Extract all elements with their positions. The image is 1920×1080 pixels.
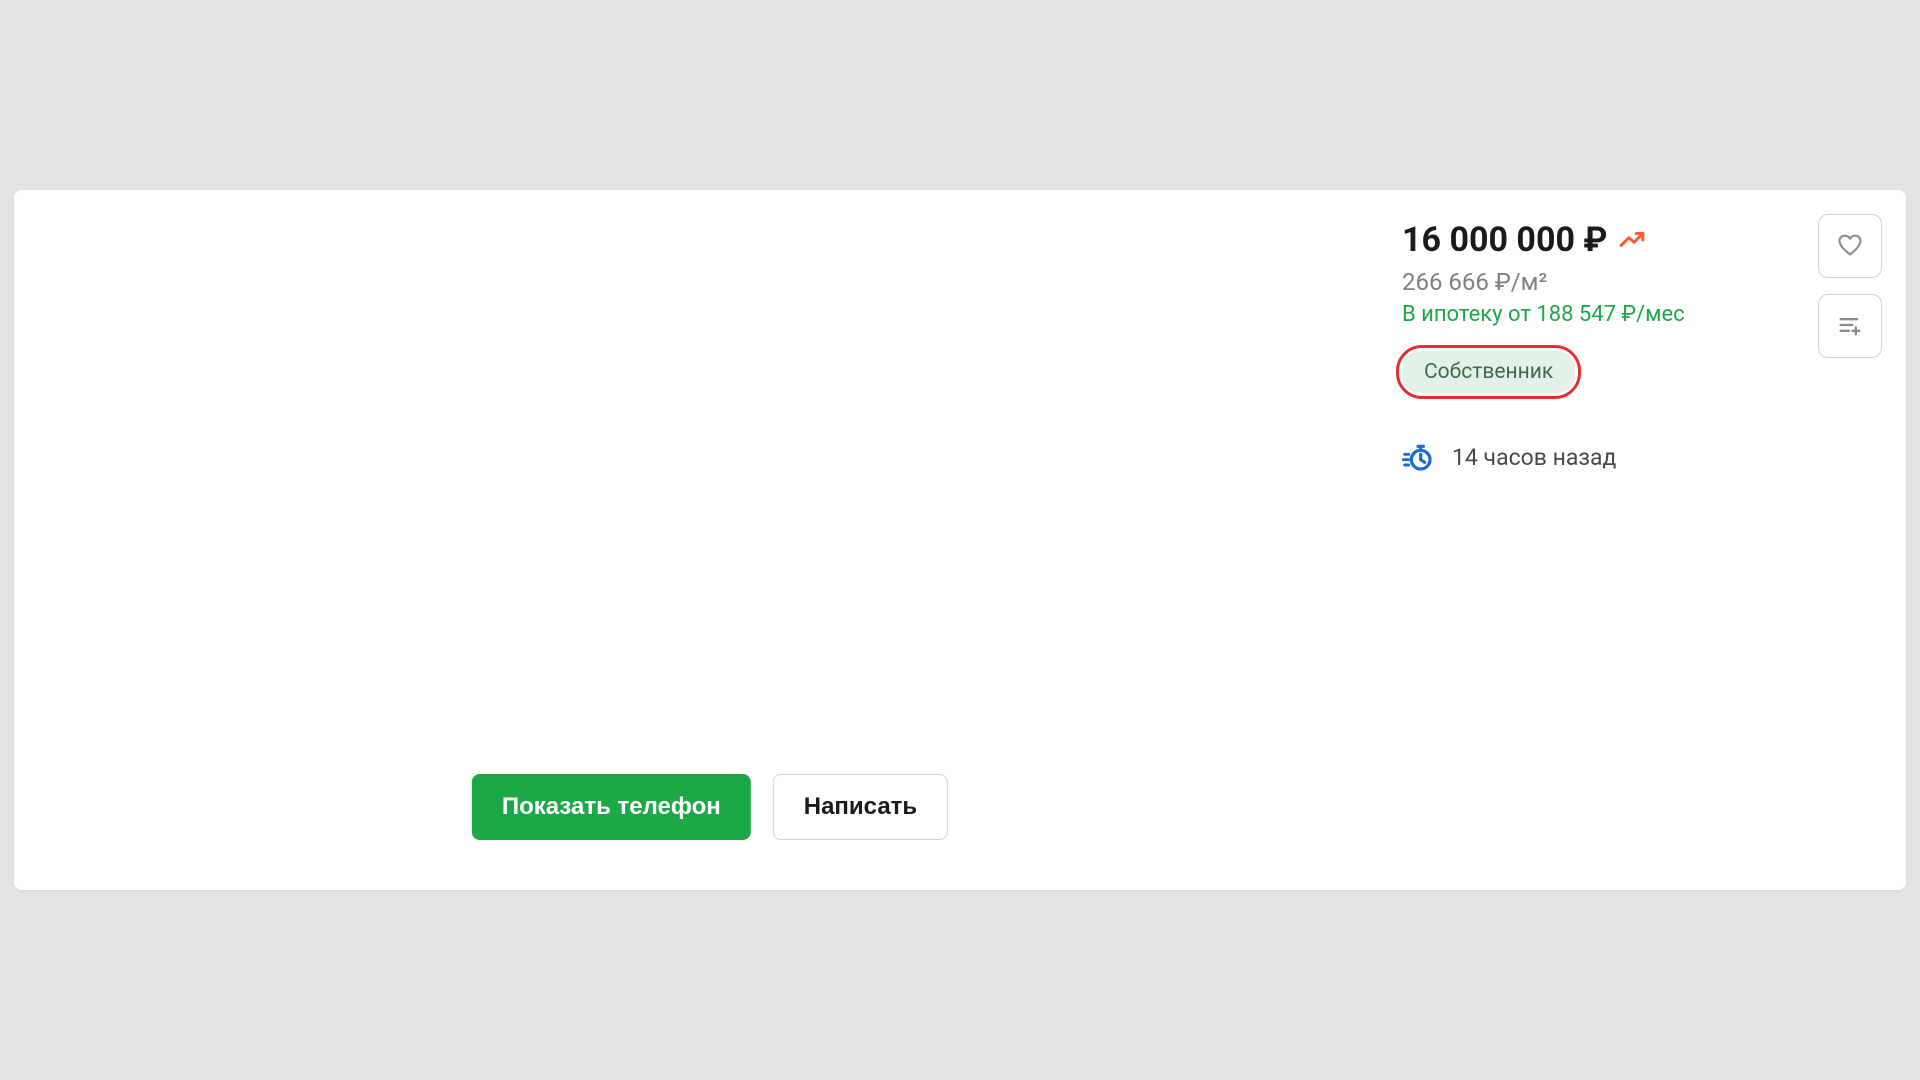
page-wrap: Показать телефон Написать 16 000 000 ₽ 2… bbox=[0, 0, 1920, 890]
price-row: 16 000 000 ₽ bbox=[1402, 220, 1882, 260]
stopwatch-icon bbox=[1402, 441, 1434, 473]
price-per-unit: 266 666 ₽/м² bbox=[1402, 268, 1882, 296]
mortgage-link[interactable]: В ипотеку от 188 547 ₽/мес bbox=[1402, 302, 1882, 327]
listing-content-area: Показать телефон Написать bbox=[38, 214, 1382, 866]
time-posted: 14 часов назад bbox=[1452, 444, 1616, 471]
listing-price-column: 16 000 000 ₽ 266 666 ₽/м² В ипотеку от 1… bbox=[1382, 214, 1882, 866]
price-value: 16 000 000 ₽ bbox=[1402, 220, 1607, 260]
heart-icon bbox=[1836, 231, 1864, 262]
favorite-button[interactable] bbox=[1818, 214, 1882, 278]
write-button[interactable]: Написать bbox=[773, 774, 948, 840]
add-to-list-button[interactable] bbox=[1818, 294, 1882, 358]
listing-card: Показать телефон Написать 16 000 000 ₽ 2… bbox=[14, 190, 1906, 890]
price-trend-up-icon bbox=[1619, 230, 1645, 250]
list-add-icon bbox=[1836, 311, 1864, 342]
action-buttons-row: Показать телефон Написать bbox=[472, 774, 948, 840]
time-row: 14 часов назад bbox=[1402, 441, 1882, 473]
owner-badge: Собственник bbox=[1402, 351, 1575, 393]
show-phone-button[interactable]: Показать телефон bbox=[472, 774, 751, 840]
side-buttons-column bbox=[1818, 214, 1882, 358]
